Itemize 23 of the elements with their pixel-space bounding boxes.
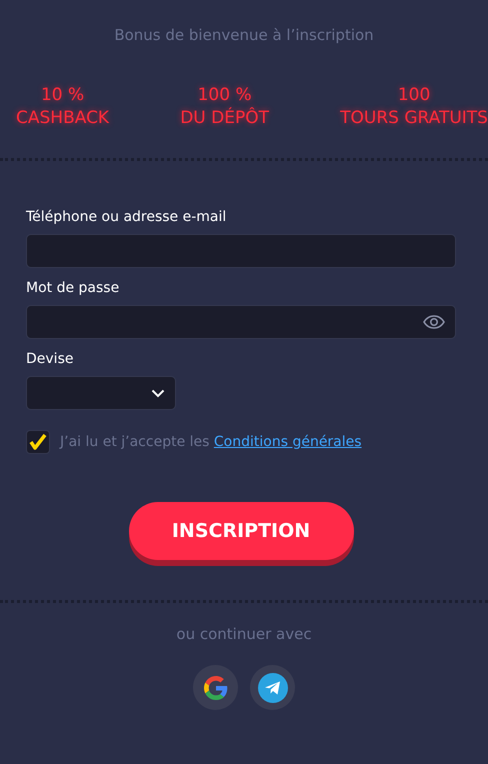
- telegram-login-button[interactable]: [250, 665, 295, 710]
- terms-text: J’ai lu et j’accepte les Conditions générales: [60, 434, 362, 450]
- alt-login-heading: ou continuer avec: [175, 625, 313, 643]
- terms-link[interactable]: Conditions générales: [214, 434, 362, 450]
- bonus-label: DU DÉPÔT: [180, 107, 270, 130]
- bonus-amount: 10 %: [40, 84, 84, 107]
- bonus-heading: Bonus de bienvenue à l’inscription: [113, 26, 375, 44]
- field-label: Devise: [26, 351, 74, 367]
- bonus-label: TOURS GRATUITS: [340, 107, 488, 130]
- password-field[interactable]: [26, 305, 456, 339]
- field-label: Mot de passe: [26, 280, 120, 296]
- register-button[interactable]: INSCRIPTION: [128, 502, 354, 560]
- chevron-down-icon: [151, 388, 165, 398]
- input-field[interactable]: [26, 234, 456, 268]
- bonus-label: CASHBACK: [16, 107, 110, 130]
- google-login-button[interactable]: [193, 665, 238, 710]
- bonus-amount: 100 %: [198, 84, 252, 107]
- google-icon: [204, 676, 228, 700]
- bonus-amount: 100: [398, 84, 430, 107]
- eye-icon[interactable]: [423, 315, 445, 329]
- field-label: Téléphone ou adresse e-mail: [26, 209, 228, 225]
- paper-plane-icon: [258, 672, 288, 702]
- terms-checkbox[interactable]: [26, 430, 50, 454]
